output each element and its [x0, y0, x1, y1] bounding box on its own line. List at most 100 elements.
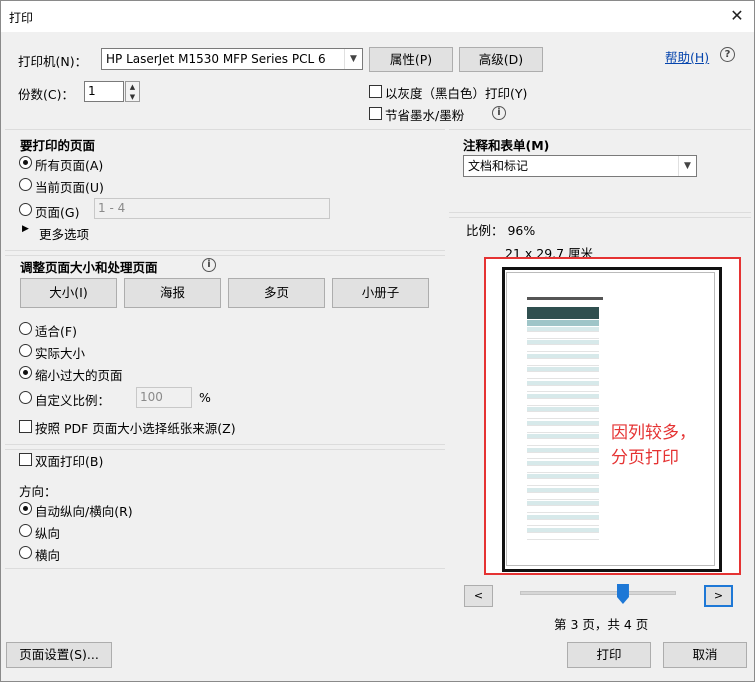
- info-icon: i: [492, 106, 506, 120]
- advanced-button[interactable]: 高级(D): [459, 47, 543, 72]
- orientation-title: 方向：: [19, 484, 57, 499]
- sheet-row: [527, 521, 599, 527]
- all-pages-label: 所有页面(A): [35, 158, 104, 173]
- sheet-row: [527, 474, 599, 480]
- grayscale-label: 以灰度（黑白色）打印(Y): [385, 86, 528, 101]
- sheet-row: [527, 353, 599, 359]
- sheet-row: [527, 461, 599, 466]
- duplex-label: 双面打印(B): [35, 454, 104, 469]
- sheet-row: [527, 333, 599, 339]
- sheet-row: [527, 440, 599, 446]
- sheet-row: [527, 327, 599, 332]
- auto-orientation-radio[interactable]: [19, 502, 32, 515]
- preview-annotation: 因列较多， 分页打印: [611, 421, 696, 471]
- actual-size-label: 实际大小: [35, 346, 86, 361]
- fit-label: 适合(F): [35, 324, 77, 339]
- custom-scale-radio[interactable]: [19, 391, 32, 404]
- auto-orientation-label: 自动纵向/横向(R): [35, 504, 133, 519]
- landscape-label: 横向: [35, 548, 61, 563]
- tab-multiple[interactable]: 多页: [228, 278, 325, 308]
- window-title: 打印: [9, 11, 34, 25]
- grayscale-checkbox[interactable]: [369, 85, 382, 98]
- scale-label: 比例： 96%: [466, 223, 536, 238]
- sheet-row: [527, 394, 599, 399]
- pages-title: 要打印的页面: [20, 138, 96, 153]
- sheet-row: [527, 420, 599, 426]
- sheet-caption: [527, 297, 603, 300]
- print-dialog: 打印 ✕ 打印机(N)： HP LaserJet M1530 MFP Serie…: [0, 0, 755, 682]
- custom-scale-label: 自定义比例：: [35, 393, 111, 408]
- printer-select[interactable]: HP LaserJet M1530 MFP Series PCL 6 ▼: [101, 48, 363, 70]
- sheet-row: [527, 400, 599, 406]
- sheet-row: [527, 494, 599, 500]
- sheet-header-bar: [527, 307, 599, 319]
- sheet-row: [527, 360, 599, 366]
- sheet-row: [527, 467, 599, 473]
- help-link[interactable]: 帮助(H): [665, 47, 709, 66]
- sizing-title: 调整页面大小和处理页面: [20, 260, 158, 275]
- printer-value: HP LaserJet M1530 MFP Series PCL 6: [106, 52, 326, 66]
- shrink-label: 缩小过大的页面: [35, 368, 123, 383]
- expand-arrow-icon[interactable]: ▶: [22, 224, 29, 234]
- sheet-row: [527, 528, 599, 533]
- chevron-down-icon: ▼: [678, 156, 696, 176]
- copies-input[interactable]: 1: [84, 81, 124, 102]
- shrink-radio[interactable]: [19, 366, 32, 379]
- sheet-rows: [527, 327, 599, 541]
- tab-poster[interactable]: 海报: [124, 278, 221, 308]
- pdf-source-label: 按照 PDF 页面大小选择纸张来源(Z): [35, 421, 236, 436]
- actual-size-radio[interactable]: [19, 344, 32, 357]
- sheet-row: [527, 514, 599, 520]
- annotation-line-1: 因列较多，: [611, 423, 696, 443]
- comments-select[interactable]: 文档和标记 ▼: [463, 155, 697, 177]
- tab-size[interactable]: 大小(I): [20, 278, 117, 308]
- sheet-row: [527, 454, 599, 460]
- sheet-row: [527, 434, 599, 440]
- landscape-radio[interactable]: [19, 546, 32, 559]
- sheet-row: [527, 373, 599, 379]
- sheet-row: [527, 407, 599, 413]
- prev-page-button[interactable]: <: [464, 585, 493, 607]
- sheet-row: [527, 487, 599, 493]
- page-setup-button[interactable]: 页面设置(S)...: [6, 642, 112, 668]
- chevron-down-icon: ▼: [344, 49, 362, 69]
- next-page-button[interactable]: >: [704, 585, 733, 607]
- all-pages-radio[interactable]: [19, 156, 32, 169]
- sheet-row: [527, 387, 599, 393]
- sheet-row: [527, 507, 599, 513]
- sheet-row: [527, 380, 599, 386]
- sheet-column-header: [527, 320, 599, 326]
- custom-scale-input[interactable]: 100: [136, 387, 192, 408]
- page-slider[interactable]: [520, 591, 676, 595]
- help-icon[interactable]: ?: [720, 47, 735, 62]
- properties-button[interactable]: 属性(P): [369, 47, 453, 72]
- close-icon[interactable]: ✕: [726, 5, 748, 27]
- printer-label: 打印机(N)：: [18, 54, 88, 69]
- sheet-row: [527, 347, 599, 353]
- annotation-line-2: 分页打印: [611, 448, 679, 468]
- percent-label: %: [199, 390, 211, 405]
- sheet-row: [527, 501, 599, 507]
- sheet-row: [527, 447, 599, 453]
- sheet-row: [527, 534, 599, 540]
- portrait-label: 纵向: [35, 526, 61, 541]
- fit-radio[interactable]: [19, 322, 32, 335]
- copies-spinner[interactable]: ▲ ▼: [125, 81, 140, 102]
- sheet-row: [527, 481, 599, 487]
- page-range-input[interactable]: 1 - 4: [94, 198, 330, 219]
- sheet-row: [527, 340, 599, 346]
- duplex-checkbox[interactable]: [19, 453, 32, 466]
- current-page-radio[interactable]: [19, 178, 32, 191]
- print-button[interactable]: 打印: [567, 642, 651, 668]
- save-ink-checkbox[interactable]: [369, 107, 382, 120]
- preview-page: [506, 272, 715, 566]
- portrait-radio[interactable]: [19, 524, 32, 537]
- cancel-button[interactable]: 取消: [663, 642, 747, 668]
- tab-booklet[interactable]: 小册子: [332, 278, 429, 308]
- more-options-link[interactable]: 更多选项: [39, 224, 89, 243]
- sheet-row: [527, 414, 599, 420]
- page-range-radio[interactable]: [19, 203, 32, 216]
- pdf-source-checkbox[interactable]: [19, 420, 32, 433]
- save-ink-label: 节省墨水/墨粉: [385, 108, 465, 123]
- title-bar: 打印 ✕: [1, 1, 754, 32]
